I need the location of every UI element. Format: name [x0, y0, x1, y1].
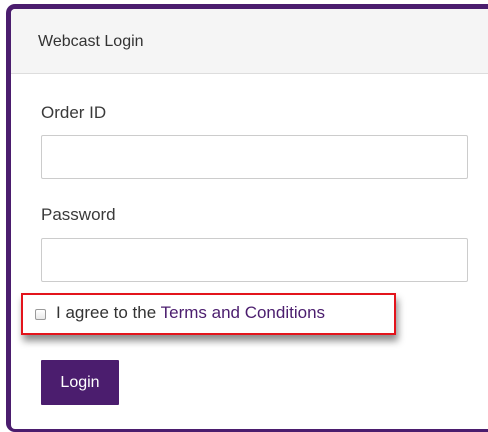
agree-prefix: I agree to the	[56, 303, 157, 322]
order-id-input[interactable]	[41, 135, 468, 179]
terms-checkbox[interactable]	[35, 309, 46, 320]
terms-agreement-highlight: I agree to the Terms and Conditions	[21, 293, 396, 335]
terms-agreement-text: I agree to the Terms and Conditions	[56, 303, 325, 323]
terms-and-conditions-link[interactable]: Terms and Conditions	[161, 303, 325, 322]
order-id-label: Order ID	[41, 103, 107, 122]
login-button[interactable]: Login	[41, 360, 119, 405]
panel-title: Webcast Login	[38, 33, 144, 50]
password-label: Password	[41, 205, 116, 224]
password-input[interactable]	[41, 238, 468, 282]
webcast-login-panel: Webcast Login Order ID Password I agree …	[11, 9, 488, 429]
panel-header: Webcast Login	[11, 9, 488, 74]
